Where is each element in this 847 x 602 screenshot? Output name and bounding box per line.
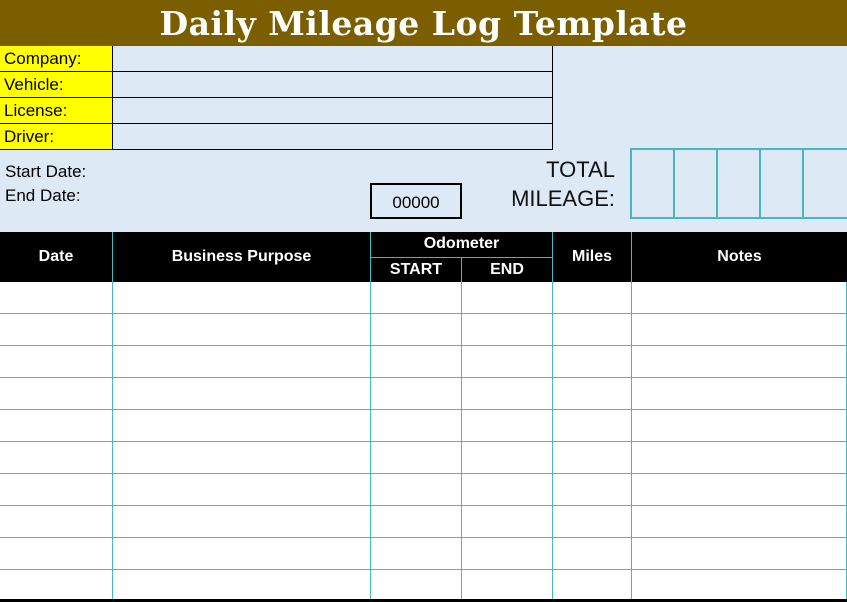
- cell-date[interactable]: [0, 410, 113, 442]
- total-mileage-digit-box[interactable]: [716, 148, 760, 219]
- cell-date[interactable]: [0, 282, 113, 314]
- cell-start[interactable]: [371, 538, 462, 570]
- license-label: License:: [0, 98, 113, 124]
- cell-notes[interactable]: [632, 282, 847, 314]
- cell-start[interactable]: [371, 506, 462, 538]
- cell-miles[interactable]: [553, 474, 632, 506]
- mileage-log-sheet: Daily Mileage Log Template Company: Vehi…: [0, 0, 847, 602]
- cell-end[interactable]: [462, 378, 553, 410]
- cell-miles[interactable]: [553, 442, 632, 474]
- end-date-label: End Date:: [5, 186, 81, 205]
- table-row: [0, 506, 847, 538]
- cell-date[interactable]: [0, 378, 113, 410]
- cell-date[interactable]: [0, 442, 113, 474]
- table-row: [0, 282, 847, 314]
- cell-purpose[interactable]: [113, 314, 371, 346]
- cell-start[interactable]: [371, 442, 462, 474]
- cell-notes[interactable]: [632, 538, 847, 570]
- table-row: [0, 410, 847, 442]
- table-row: [0, 442, 847, 474]
- cell-notes[interactable]: [632, 474, 847, 506]
- cell-notes[interactable]: [632, 314, 847, 346]
- header-start: START: [371, 258, 462, 282]
- cell-purpose[interactable]: [113, 410, 371, 442]
- cell-start[interactable]: [371, 346, 462, 378]
- cell-date[interactable]: [0, 538, 113, 570]
- cell-end[interactable]: [462, 346, 553, 378]
- cell-notes[interactable]: [632, 442, 847, 474]
- table-header: Date Business Purpose Odometer START END…: [0, 232, 847, 282]
- cell-purpose[interactable]: [113, 474, 371, 506]
- cell-miles[interactable]: [553, 346, 632, 378]
- cell-end[interactable]: [462, 410, 553, 442]
- license-input[interactable]: [113, 98, 553, 124]
- company-input[interactable]: [113, 46, 553, 72]
- total-mileage-digit-box[interactable]: [759, 148, 803, 219]
- header-end: END: [462, 258, 553, 282]
- cell-miles[interactable]: [553, 570, 632, 602]
- header-odometer: Odometer: [371, 232, 553, 258]
- header-miles: Miles: [553, 232, 632, 282]
- cell-date[interactable]: [0, 570, 113, 602]
- cell-start[interactable]: [371, 474, 462, 506]
- cell-purpose[interactable]: [113, 538, 371, 570]
- cell-purpose[interactable]: [113, 506, 371, 538]
- cell-purpose[interactable]: [113, 442, 371, 474]
- cell-purpose[interactable]: [113, 346, 371, 378]
- header-business-purpose: Business Purpose: [113, 232, 371, 282]
- odometer-value-box[interactable]: 00000: [370, 183, 462, 219]
- table-row: [0, 538, 847, 570]
- cell-end[interactable]: [462, 570, 553, 602]
- cell-start[interactable]: [371, 410, 462, 442]
- cell-date[interactable]: [0, 506, 113, 538]
- vehicle-input[interactable]: [113, 72, 553, 98]
- table-row: [0, 346, 847, 378]
- cell-start[interactable]: [371, 378, 462, 410]
- company-label: Company:: [0, 46, 113, 72]
- table-row: [0, 378, 847, 410]
- cell-miles[interactable]: [553, 282, 632, 314]
- header-notes: Notes: [717, 248, 762, 265]
- cell-miles[interactable]: [553, 538, 632, 570]
- vehicle-label: Vehicle:: [0, 72, 113, 98]
- mileage-label: MILEAGE:: [511, 186, 615, 211]
- cell-date[interactable]: [0, 474, 113, 506]
- total-mileage-digit-box[interactable]: [673, 148, 717, 219]
- total-mileage-digit-box[interactable]: [802, 148, 847, 219]
- table-row: [0, 474, 847, 506]
- cell-end[interactable]: [462, 506, 553, 538]
- cell-miles[interactable]: [553, 506, 632, 538]
- cell-end[interactable]: [462, 314, 553, 346]
- cell-date[interactable]: [0, 346, 113, 378]
- cell-start[interactable]: [371, 570, 462, 602]
- driver-label: Driver:: [0, 124, 113, 150]
- cell-end[interactable]: [462, 282, 553, 314]
- cell-end[interactable]: [462, 538, 553, 570]
- cell-miles[interactable]: [553, 314, 632, 346]
- cell-notes[interactable]: [632, 570, 847, 602]
- cell-start[interactable]: [371, 282, 462, 314]
- start-date-label: Start Date:: [5, 162, 87, 181]
- cell-notes[interactable]: [632, 346, 847, 378]
- cell-purpose[interactable]: [113, 378, 371, 410]
- cell-miles[interactable]: [553, 378, 632, 410]
- cell-notes[interactable]: [632, 410, 847, 442]
- cell-end[interactable]: [462, 442, 553, 474]
- cell-date[interactable]: [0, 314, 113, 346]
- cell-purpose[interactable]: [113, 570, 371, 602]
- cell-notes[interactable]: [632, 506, 847, 538]
- cell-end[interactable]: [462, 474, 553, 506]
- table-row: [0, 314, 847, 346]
- cell-notes[interactable]: [632, 378, 847, 410]
- header-date: Date: [0, 232, 113, 282]
- table-row: [0, 570, 847, 602]
- total-label: TOTAL: [546, 157, 615, 182]
- cell-start[interactable]: [371, 314, 462, 346]
- cell-purpose[interactable]: [113, 282, 371, 314]
- page-title: Daily Mileage Log Template: [0, 0, 847, 46]
- cell-miles[interactable]: [553, 410, 632, 442]
- driver-input[interactable]: [113, 124, 553, 150]
- total-mileage-digit-box[interactable]: [630, 148, 674, 219]
